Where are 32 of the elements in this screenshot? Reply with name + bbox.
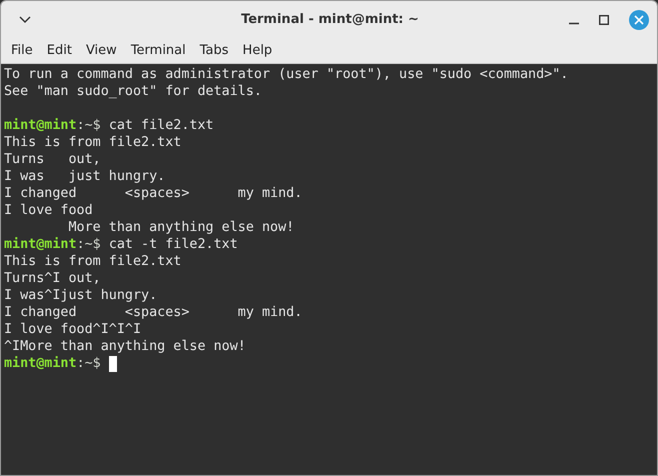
- output-line: I changed <spaces> my mind.: [4, 304, 302, 321]
- menu-item[interactable]: File: [4, 43, 40, 58]
- chevron-down-icon[interactable]: [19, 16, 31, 24]
- output-line: Turns out,: [4, 151, 101, 168]
- output-line: I was just hungry.: [4, 168, 166, 185]
- command-text: cat file2.txt: [108, 117, 214, 134]
- output-line: I love food: [4, 202, 93, 219]
- prompt-path: :~$: [76, 355, 101, 372]
- output-line: Turns^I out,: [4, 270, 101, 287]
- prompt-user: mint@mint: [4, 117, 77, 134]
- output-line: I was^Ijust hungry.: [4, 287, 158, 304]
- close-icon[interactable]: [629, 10, 649, 30]
- output-line: This is from file2.txt: [4, 134, 182, 151]
- prompt-path: :~$: [76, 236, 101, 253]
- output-line: I changed <spaces> my mind.: [4, 185, 302, 202]
- menu-item[interactable]: Terminal: [124, 43, 193, 58]
- prompt-user: mint@mint: [4, 355, 77, 372]
- command-text: cat -t file2.txt: [108, 236, 238, 253]
- menu-item[interactable]: View: [78, 43, 124, 58]
- output-line: More than anything else now!: [67, 219, 294, 236]
- output-line: I love food^I^I^I: [4, 321, 142, 338]
- output-line: This is from file2.txt: [4, 253, 182, 270]
- prompt-path: :~$: [76, 117, 101, 134]
- menu-item[interactable]: Edit: [40, 43, 79, 58]
- menu-item[interactable]: Tabs: [192, 43, 236, 58]
- window-title: Terminal - mint@mint: ~: [240, 12, 420, 27]
- prompt-user: mint@mint: [4, 236, 77, 253]
- menu-item[interactable]: Help: [236, 43, 280, 58]
- maximize-icon[interactable]: [599, 14, 609, 24]
- output-line: See "man sudo_root" for details.: [4, 83, 262, 100]
- output-line: To run a command as administrator (user "root"), use "sudo <command>".: [4, 66, 568, 83]
- output-line: ^IMore than anything else now!: [4, 338, 246, 355]
